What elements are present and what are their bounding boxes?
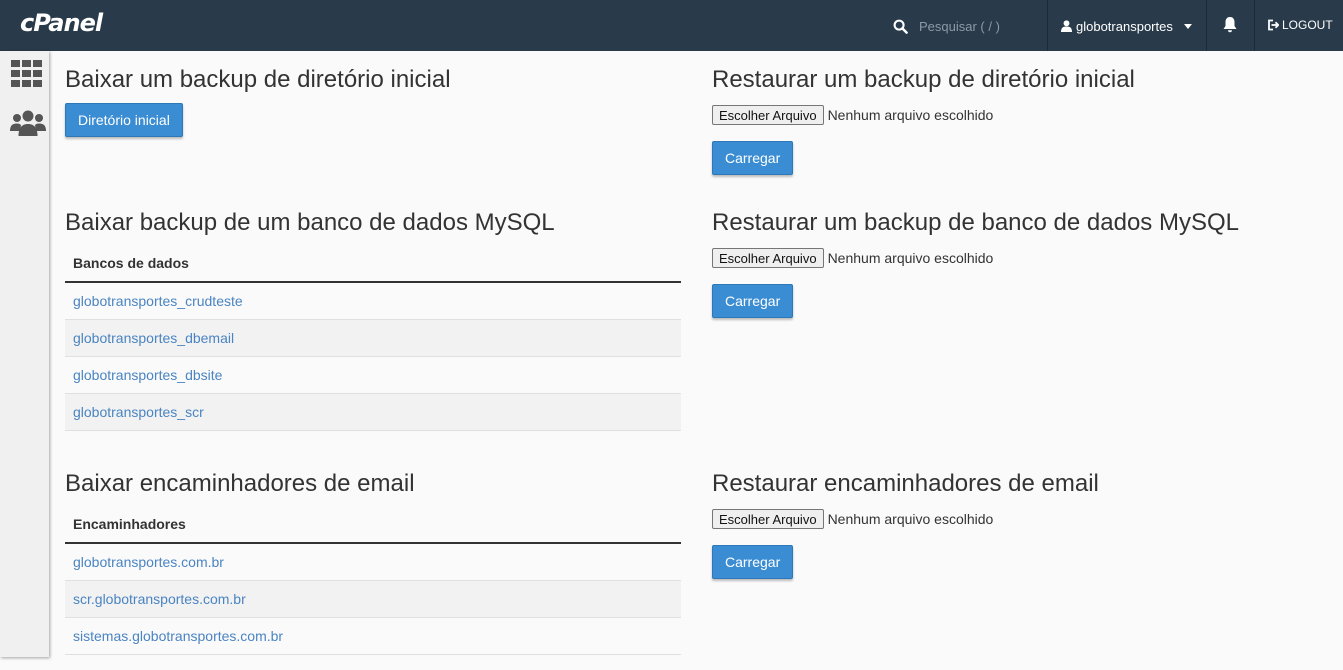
search-icon <box>893 19 908 34</box>
file-status: Nenhum arquivo escolhido <box>827 511 994 527</box>
logout-icon <box>1268 19 1279 31</box>
database-link[interactable]: globotransportes_dbemail <box>73 330 234 346</box>
divider <box>1206 0 1207 51</box>
forwarders-table: Encaminhadores globotransportes.com.br s… <box>65 507 681 655</box>
forwarder-link[interactable]: scr.globotransportes.com.br <box>73 591 246 607</box>
grid-icon[interactable] <box>11 60 42 87</box>
cpanel-logo[interactable]: cPanel <box>20 9 103 37</box>
table-row: sistemas.globotransportes.com.br <box>65 618 681 655</box>
forwarder-link[interactable]: sistemas.globotransportes.com.br <box>73 628 283 644</box>
file-status: Nenhum arquivo escolhido <box>827 107 994 123</box>
user-icon <box>1061 20 1072 32</box>
bell-icon[interactable] <box>1222 16 1238 33</box>
email-restore-title: Restaurar encaminhadores de email <box>712 470 1099 497</box>
table-row: globotransportes_dbsite <box>65 357 681 394</box>
email-upload-button[interactable]: Carregar <box>712 545 794 579</box>
search-box <box>893 16 1049 36</box>
table-row: globotransportes_scr <box>65 394 681 431</box>
top-bar: cPanel globotransportes LOGOUT <box>0 0 1343 51</box>
home-directory-button[interactable]: Diretório inicial <box>65 103 183 137</box>
email-file-input: Escolher Arquivo Nenhum arquivo escolhid… <box>712 509 993 529</box>
home-file-input: Escolher Arquivo Nenhum arquivo escolhid… <box>712 105 993 125</box>
home-upload-button[interactable]: Carregar <box>712 141 794 175</box>
search-input[interactable] <box>919 16 1049 36</box>
database-link[interactable]: globotransportes_crudteste <box>73 293 243 309</box>
mysql-upload-button[interactable]: Carregar <box>712 284 794 318</box>
choose-file-button[interactable]: Escolher Arquivo <box>712 248 824 268</box>
table-body: globotransportes_crudteste globotranspor… <box>65 283 681 431</box>
chevron-down-icon <box>1183 23 1192 29</box>
users-icon[interactable] <box>10 110 46 136</box>
file-status: Nenhum arquivo escolhido <box>827 250 994 266</box>
table-header: Bancos de dados <box>65 246 681 283</box>
table-row: globotransportes_crudteste <box>65 283 681 320</box>
mysql-file-input: Escolher Arquivo Nenhum arquivo escolhid… <box>712 248 993 268</box>
home-restore-title: Restaurar um backup de diretório inicial <box>712 66 1135 93</box>
home-download-title: Baixar um backup de diretório inicial <box>65 66 451 93</box>
username: globotransportes <box>1076 18 1173 34</box>
forwarder-link[interactable]: globotransportes.com.br <box>73 554 224 570</box>
table-row: scr.globotransportes.com.br <box>65 581 681 618</box>
logout-label: LOGOUT <box>1282 18 1333 32</box>
mysql-download-title: Baixar backup de um banco de dados MySQL <box>65 209 555 236</box>
logout-button[interactable]: LOGOUT <box>1267 17 1333 33</box>
table-row: globotransportes_dbemail <box>65 320 681 357</box>
database-link[interactable]: globotransportes_scr <box>73 404 204 420</box>
choose-file-button[interactable]: Escolher Arquivo <box>712 105 824 125</box>
mysql-restore-title: Restaurar um backup de banco de dados My… <box>712 209 1239 236</box>
database-link[interactable]: globotransportes_dbsite <box>73 367 222 383</box>
divider <box>1047 0 1048 51</box>
choose-file-button[interactable]: Escolher Arquivo <box>712 509 824 529</box>
databases-table: Bancos de dados globotransportes_crudtes… <box>65 246 681 431</box>
table-body: globotransportes.com.br scr.globotranspo… <box>65 544 681 655</box>
divider <box>1254 0 1255 51</box>
table-row: globotransportes.com.br <box>65 544 681 581</box>
sidebar <box>0 51 49 657</box>
user-menu[interactable]: globotransportes <box>1061 17 1192 35</box>
email-download-title: Baixar encaminhadores de email <box>65 470 415 497</box>
table-header: Encaminhadores <box>65 507 681 544</box>
